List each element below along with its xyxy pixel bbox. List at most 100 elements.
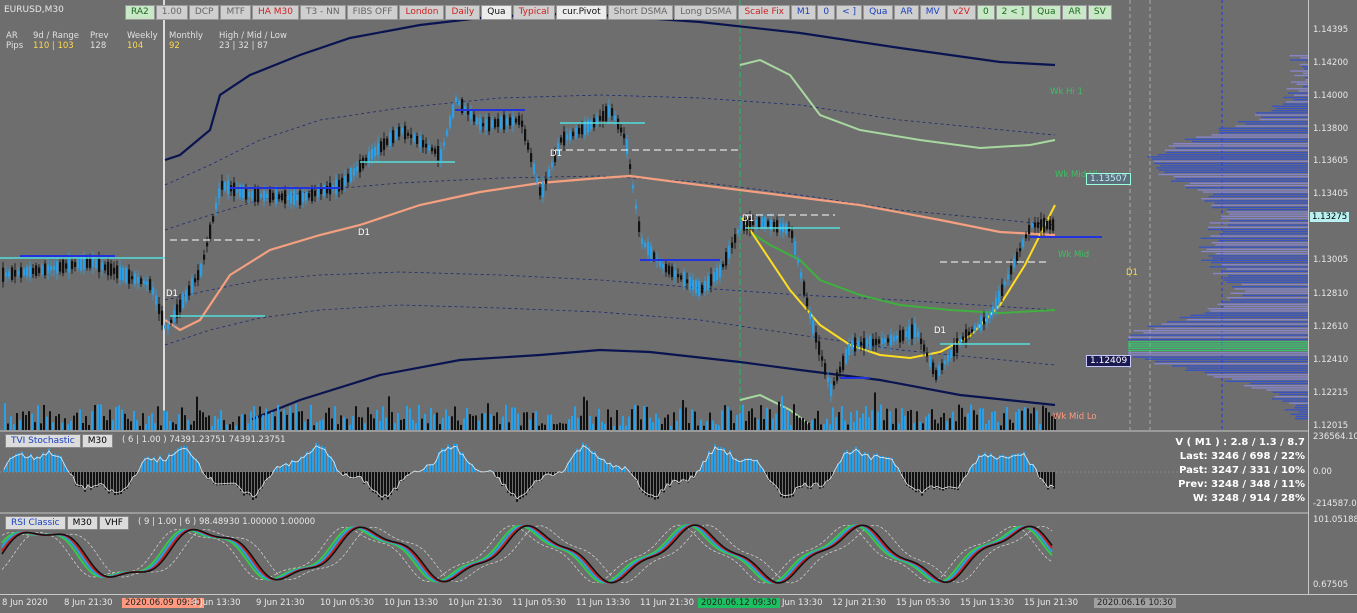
toolbar-button-24[interactable]: Qua: [1031, 5, 1061, 20]
candle-body: [257, 189, 259, 203]
rsi-title[interactable]: RSI Classic: [5, 516, 66, 530]
toolbar-button-26[interactable]: SV: [1088, 5, 1112, 20]
toolbar-button-0[interactable]: RA2: [125, 5, 155, 20]
lower-band: [250, 350, 1055, 420]
toolbar-button-20[interactable]: MV: [920, 5, 946, 20]
volume-bar: [1030, 414, 1032, 430]
toolbar-button-13[interactable]: Long DSMA: [674, 5, 737, 20]
rsi-classic-pane[interactable]: RSI Classic M30 VHF ( 9 | 1.00 | 6 ) 98.…: [0, 514, 1308, 594]
volume-bar: [301, 411, 303, 430]
candle-body: [479, 118, 481, 130]
volume-bar: [943, 413, 945, 430]
toolbar-button-3[interactable]: MTF: [220, 5, 250, 20]
candle-body: [377, 143, 379, 155]
toolbar-button-7[interactable]: London: [399, 5, 444, 20]
candle-body: [983, 317, 985, 324]
main-price-pane[interactable]: EURUSD,M30 RA21.00DCPMTFHA M30T3 - NNFIB…: [0, 0, 1308, 430]
toolbar-button-14[interactable]: Scale Fix: [738, 5, 789, 20]
candle-body: [938, 366, 940, 376]
volume-bar: [178, 414, 180, 430]
tvi-title[interactable]: TVI Stochastic: [5, 434, 81, 448]
candle-body: [146, 282, 148, 285]
candle-body: [143, 281, 145, 284]
volume-bar: [580, 416, 582, 430]
volume-bar: [61, 423, 63, 430]
volume-bar: [721, 410, 723, 430]
candle-body: [692, 280, 694, 290]
time-label: 9 Jun 13:30: [192, 598, 241, 608]
candle-body: [878, 339, 880, 343]
candle-body: [1049, 220, 1051, 230]
candle-body: [791, 231, 793, 238]
rsi-vhf[interactable]: VHF: [99, 516, 129, 530]
price-axis[interactable]: 1.143951.142001.140001.138001.136051.134…: [1308, 0, 1357, 594]
candle-body: [65, 263, 67, 268]
volume-bar: [1024, 407, 1026, 430]
tvi-bar: [321, 446, 323, 472]
volume-profile-bar: [1300, 57, 1308, 58]
rsi-timeframe[interactable]: M30: [67, 516, 98, 530]
volume-bar: [187, 420, 189, 430]
volume-profile-bar: [1219, 128, 1308, 129]
candle-body: [428, 145, 430, 150]
candle-body: [794, 241, 796, 254]
toolbar-button-21[interactable]: v2V: [947, 5, 976, 20]
toolbar-button-25[interactable]: AR: [1062, 5, 1086, 20]
candle-body: [398, 127, 400, 137]
toolbar-button-16[interactable]: 0: [817, 5, 835, 20]
volume-profile-bar: [1245, 123, 1308, 124]
candle-body: [248, 192, 250, 197]
volume-bar: [901, 408, 903, 430]
toolbar-button-1[interactable]: 1.00: [156, 5, 188, 20]
tvi-bar: [459, 452, 461, 472]
volume-bar: [796, 416, 798, 430]
volume-profile-bar: [1296, 405, 1308, 406]
candle-body: [614, 115, 616, 120]
volume-bar: [85, 416, 87, 430]
toolbar-button-15[interactable]: M1: [791, 5, 817, 20]
toolbar-button-23[interactable]: 2 < ]: [996, 5, 1031, 20]
volume-bar: [262, 415, 264, 430]
candle-body: [212, 216, 214, 221]
toolbar-button-11[interactable]: cur.Pivot: [556, 5, 606, 20]
toolbar-button-2[interactable]: DCP: [189, 5, 220, 20]
toolbar-button-22[interactable]: 0: [977, 5, 995, 20]
toolbar-button-17[interactable]: < ]: [836, 5, 862, 20]
volume-bar: [442, 418, 444, 430]
volume-profile-bar: [1214, 376, 1308, 377]
volume-bar: [772, 418, 774, 430]
tvi-stochastic-pane[interactable]: TVI Stochastic M30 ( 6 | 1.00 ) 74391.23…: [0, 432, 1308, 512]
tvi-bar: [648, 472, 650, 497]
toolbar-button-8[interactable]: Daily: [445, 5, 480, 20]
candle-body: [518, 116, 520, 125]
candle-body: [371, 149, 373, 160]
volume-bar: [418, 405, 420, 430]
toolbar-button-9[interactable]: Qua: [481, 5, 511, 20]
d1-label: D1: [742, 214, 754, 224]
volume-bar: [412, 420, 414, 430]
candle-body: [71, 261, 73, 269]
candle-body: [1043, 218, 1045, 232]
info-range-label: 9d / Range: [33, 31, 79, 41]
toolbar-button-12[interactable]: Short DSMA: [608, 5, 674, 20]
toolbar-button-19[interactable]: AR: [894, 5, 918, 20]
volume-bar: [427, 423, 429, 430]
toolbar-button-10[interactable]: Typical: [513, 5, 556, 20]
tvi-timeframe[interactable]: M30: [82, 434, 113, 448]
tvi-bar: [444, 448, 446, 472]
volume-bar: [907, 411, 909, 430]
tvi-bar: [1020, 454, 1022, 472]
tvi-bar: [450, 447, 452, 472]
time-axis[interactable]: 8 Jun 20208 Jun 21:302020.06.09 09:309 J…: [0, 594, 1357, 613]
toolbar-button-18[interactable]: Qua: [863, 5, 893, 20]
candle-body: [164, 325, 166, 328]
volume-bar: [253, 406, 255, 430]
toolbar-button-4[interactable]: HA M30: [252, 5, 299, 20]
candle-body: [527, 143, 529, 150]
tvi-bar: [1002, 455, 1004, 472]
volume-bar: [799, 418, 801, 430]
toolbar-button-5[interactable]: T3 - NN: [300, 5, 346, 20]
toolbar-button-6[interactable]: FIBS OFF: [347, 5, 399, 20]
candle-body: [701, 285, 703, 293]
volume-bar: [523, 412, 525, 430]
